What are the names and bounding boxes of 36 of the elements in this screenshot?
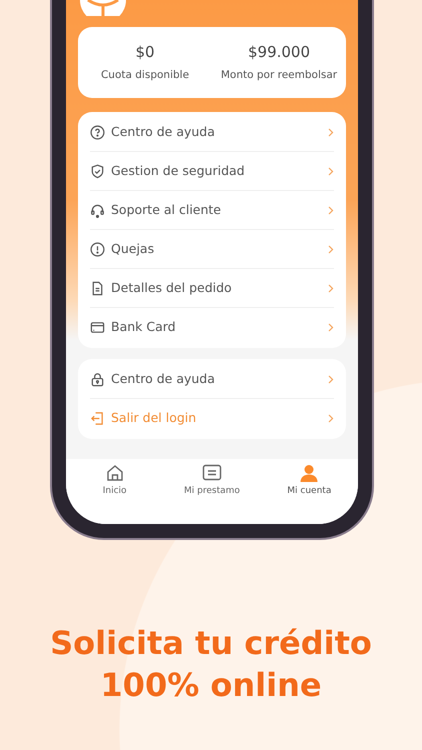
tab-item[interactable]: Inicio <box>66 464 164 524</box>
amount-label: Cuota disponible <box>100 68 190 83</box>
shield-icon <box>90 164 105 178</box>
person-icon <box>299 464 320 482</box>
chevron-icon <box>328 374 334 384</box>
logout-icon <box>90 411 105 426</box>
chevron-icon <box>328 244 334 254</box>
chevron-icon <box>328 206 334 214</box>
menu-item[interactable]: Detalles del pedido <box>90 269 334 308</box>
menu-item[interactable]: Centro de ayuda <box>90 113 334 152</box>
chevron-icon <box>328 414 334 423</box>
card-icon <box>90 320 105 335</box>
menu-item[interactable]: Quejas <box>90 230 334 269</box>
chevron-icon <box>328 166 334 176</box>
headset-icon <box>90 202 105 218</box>
menu-item[interactable]: Bank Card <box>90 308 334 347</box>
headline-text: 100% online <box>99 665 323 706</box>
amount-value: $0 <box>134 42 156 64</box>
tab-item[interactable]: Mi prestamo <box>163 464 261 524</box>
menu-item[interactable]: Centro de ayuda <box>90 360 334 399</box>
menu-item[interactable]: Soporte al cliente <box>90 191 334 230</box>
help-icon <box>90 124 105 140</box>
warning-icon <box>90 242 105 256</box>
amount-label: Monto por reembolsar <box>220 68 338 83</box>
chevron-icon <box>328 128 334 136</box>
home-icon <box>106 464 124 482</box>
chevron-icon <box>328 284 334 292</box>
lock-icon <box>90 372 105 386</box>
receipt-icon <box>202 464 222 482</box>
chevron-icon <box>328 323 334 332</box>
headline-text: Solicita tu crédito <box>49 623 373 664</box>
menu-item[interactable]: Gestion de seguridad <box>90 152 334 191</box>
tab-item[interactable]: Mi cuenta <box>260 464 358 524</box>
document-icon <box>90 280 105 296</box>
amount-value: $99.000 <box>246 42 312 64</box>
avatar-icon <box>80 0 126 16</box>
